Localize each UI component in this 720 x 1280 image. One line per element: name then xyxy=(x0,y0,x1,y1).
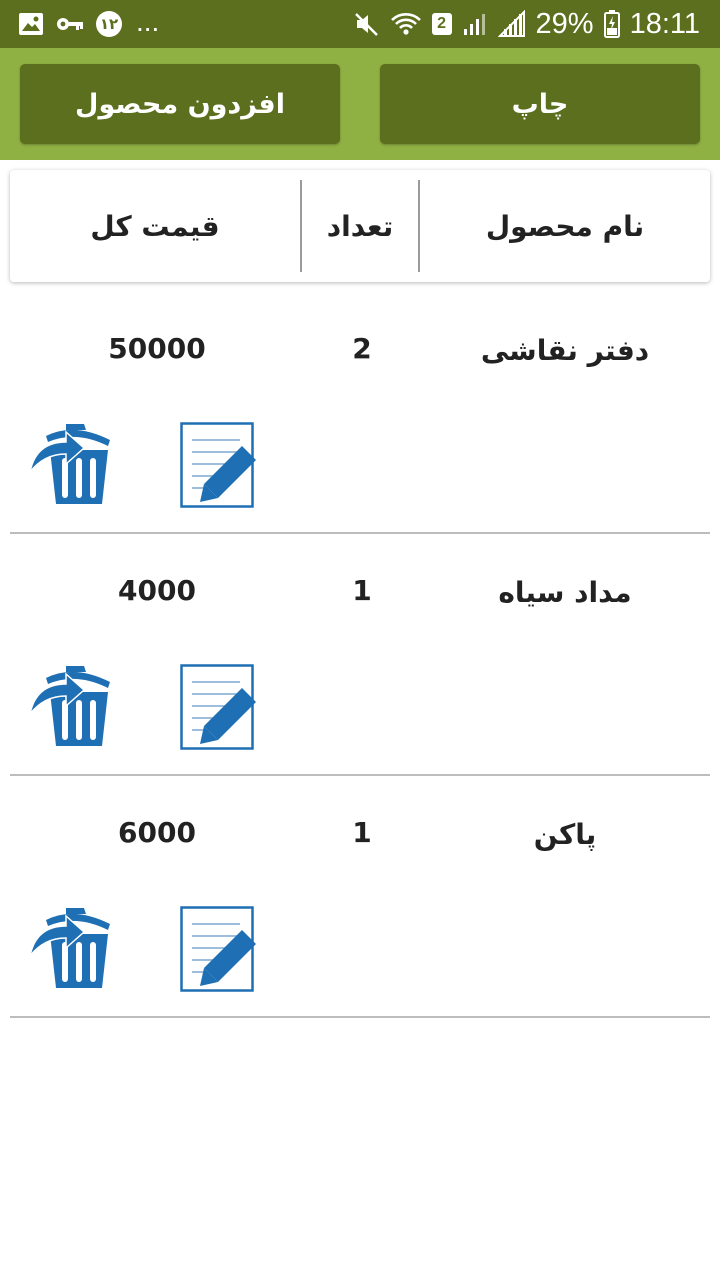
quantity-cell: 1 xyxy=(352,573,372,607)
clock: 18:11 xyxy=(629,7,700,40)
status-bar-notifications: ۱۲ ... xyxy=(18,6,160,40)
battery-percentage: 29% xyxy=(535,7,594,40)
trash-icon[interactable] xyxy=(26,904,114,992)
table-row: مداد سیاه 1 4000 xyxy=(0,534,720,776)
image-notification-icon xyxy=(19,13,43,35)
column-divider xyxy=(418,180,420,272)
quantity-cell: 1 xyxy=(352,815,372,849)
status-bar: ۱۲ ... 2 29% 18:11 xyxy=(0,0,720,48)
row-divider xyxy=(10,1016,710,1018)
column-header-quantity: تعداد xyxy=(326,209,394,243)
signal-icon-1 xyxy=(463,14,485,35)
edit-document-icon[interactable] xyxy=(180,906,258,996)
add-product-button[interactable]: افزدون محصول xyxy=(20,64,340,144)
total-price-cell: 50000 xyxy=(108,331,206,365)
table-row: پاکن 1 6000 xyxy=(0,776,720,1018)
wifi-icon xyxy=(390,13,421,35)
sim-slot-badge: 2 xyxy=(431,13,452,35)
product-name-cell: دفتر نقاشی xyxy=(480,333,650,367)
status-bar-system: 2 29% 18:11 xyxy=(354,8,700,40)
table-row: دفتر نقاشی 2 50000 xyxy=(0,292,720,534)
battery-icon xyxy=(603,10,620,38)
print-button[interactable]: چاپ xyxy=(380,64,700,144)
notification-count-badge: ۱۲ xyxy=(96,11,122,37)
table-header: نام محصول تعداد قيمت كل xyxy=(10,170,710,282)
edit-document-icon[interactable] xyxy=(180,422,258,512)
column-header-total-price: قيمت كل xyxy=(90,209,220,243)
signal-icon-2 xyxy=(497,10,525,37)
column-divider xyxy=(300,180,302,272)
column-header-product-name: نام محصول xyxy=(485,209,645,243)
mute-icon xyxy=(354,13,378,36)
quantity-cell: 2 xyxy=(352,331,372,365)
trash-icon[interactable] xyxy=(26,420,114,508)
trash-icon[interactable] xyxy=(26,662,114,750)
edit-document-icon[interactable] xyxy=(180,664,258,754)
more-notifications-indicator: ... xyxy=(136,6,160,37)
product-name-cell: پاکن xyxy=(533,817,597,851)
action-toolbar: افزدون محصول چاپ xyxy=(0,48,720,160)
key-icon xyxy=(57,18,83,30)
product-name-cell: مداد سیاه xyxy=(498,575,632,609)
total-price-cell: 6000 xyxy=(118,815,196,849)
total-price-cell: 4000 xyxy=(118,573,196,607)
